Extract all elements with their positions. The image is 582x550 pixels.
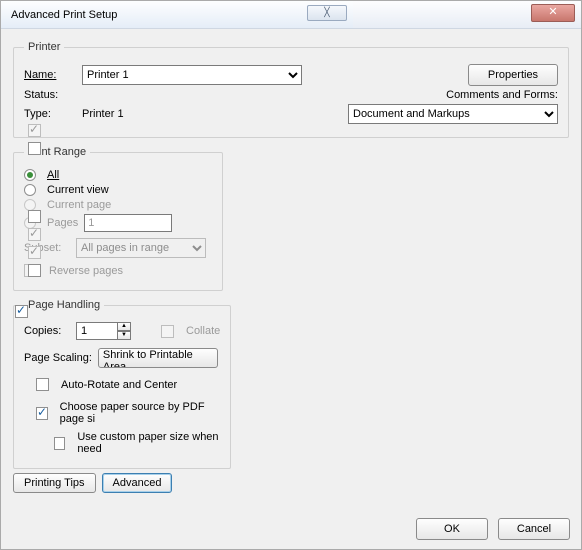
printer-group: Printer Name: Printer 1 Properties Statu… <box>13 41 569 138</box>
use-custom-label: Use custom paper size when need <box>77 431 220 455</box>
choose-paper-checkbox[interactable] <box>36 407 48 420</box>
discolored-checkbox[interactable] <box>28 142 41 155</box>
copies-input[interactable] <box>76 322 118 340</box>
current-view-label: Current view <box>47 184 109 196</box>
auto-rotate-checkbox[interactable] <box>36 378 49 391</box>
chevron-up-icon[interactable]: ▲ <box>117 322 131 331</box>
collate-label: Collate <box>186 325 220 337</box>
chevron-down-icon[interactable]: ▼ <box>117 331 131 340</box>
properties-button[interactable]: Properties <box>468 64 558 86</box>
copies-label: Copies: <box>24 325 70 337</box>
print-as-image-checkbox[interactable] <box>15 305 28 318</box>
advanced-titlebar: Advanced Print Setup ╳ <box>1 1 353 29</box>
collate-checkbox <box>161 325 174 338</box>
type-value: Printer 1 <box>82 108 124 120</box>
type-label: Type: <box>24 108 76 120</box>
name-label: Name: <box>24 69 56 81</box>
all-radio[interactable] <box>24 169 36 181</box>
preserve-cmyk-checkbox[interactable] <box>28 264 41 277</box>
copies-spinner[interactable]: ▲▼ <box>76 322 131 340</box>
current-page-label: Current page <box>47 199 111 211</box>
print-dialog: Print ✕ Printer Name: Printer 1 Properti… <box>0 0 582 550</box>
download-asian-checkbox <box>28 124 41 137</box>
pages-input <box>84 214 172 232</box>
status-label: Status: <box>24 89 76 101</box>
cancel-button[interactable]: Cancel <box>498 518 570 540</box>
printing-tips-button[interactable]: Printing Tips <box>13 473 96 493</box>
pages-label: Pages <box>47 217 78 229</box>
subset-select: All pages in range <box>76 238 206 258</box>
use-custom-checkbox[interactable] <box>54 437 65 450</box>
choose-paper-label: Choose paper source by PDF page si <box>60 401 221 425</box>
scaling-label: Page Scaling: <box>24 352 92 364</box>
let-printer-checkbox[interactable] <box>28 210 41 223</box>
current-view-radio[interactable] <box>24 184 36 196</box>
preserve-black-checkbox <box>28 246 41 259</box>
print-range-group: Print Range All Current view Current pag… <box>13 146 223 291</box>
reverse-label: Reverse pages <box>49 265 123 277</box>
comments-select[interactable]: Document and Markups <box>348 104 558 124</box>
treat-grays-checkbox <box>28 228 41 241</box>
advanced-button[interactable]: Advanced <box>102 473 173 493</box>
auto-rotate-label: Auto-Rotate and Center <box>61 379 177 391</box>
close-icon[interactable]: ╳ <box>307 5 347 21</box>
handling-legend: Page Handling <box>24 299 104 311</box>
printer-legend: Printer <box>24 41 64 53</box>
scaling-select[interactable]: Shrink to Printable Area <box>98 348 218 368</box>
page-handling-group: Page Handling Copies: ▲▼ Collate Page Sc… <box>13 299 231 469</box>
advanced-title: Advanced Print Setup <box>11 9 117 21</box>
comments-label: Comments and Forms: <box>446 89 558 101</box>
printer-name-select[interactable]: Printer 1 <box>82 65 302 85</box>
ok-button[interactable]: OK <box>416 518 488 540</box>
all-label: All <box>47 169 59 181</box>
close-icon[interactable]: ✕ <box>531 4 575 22</box>
